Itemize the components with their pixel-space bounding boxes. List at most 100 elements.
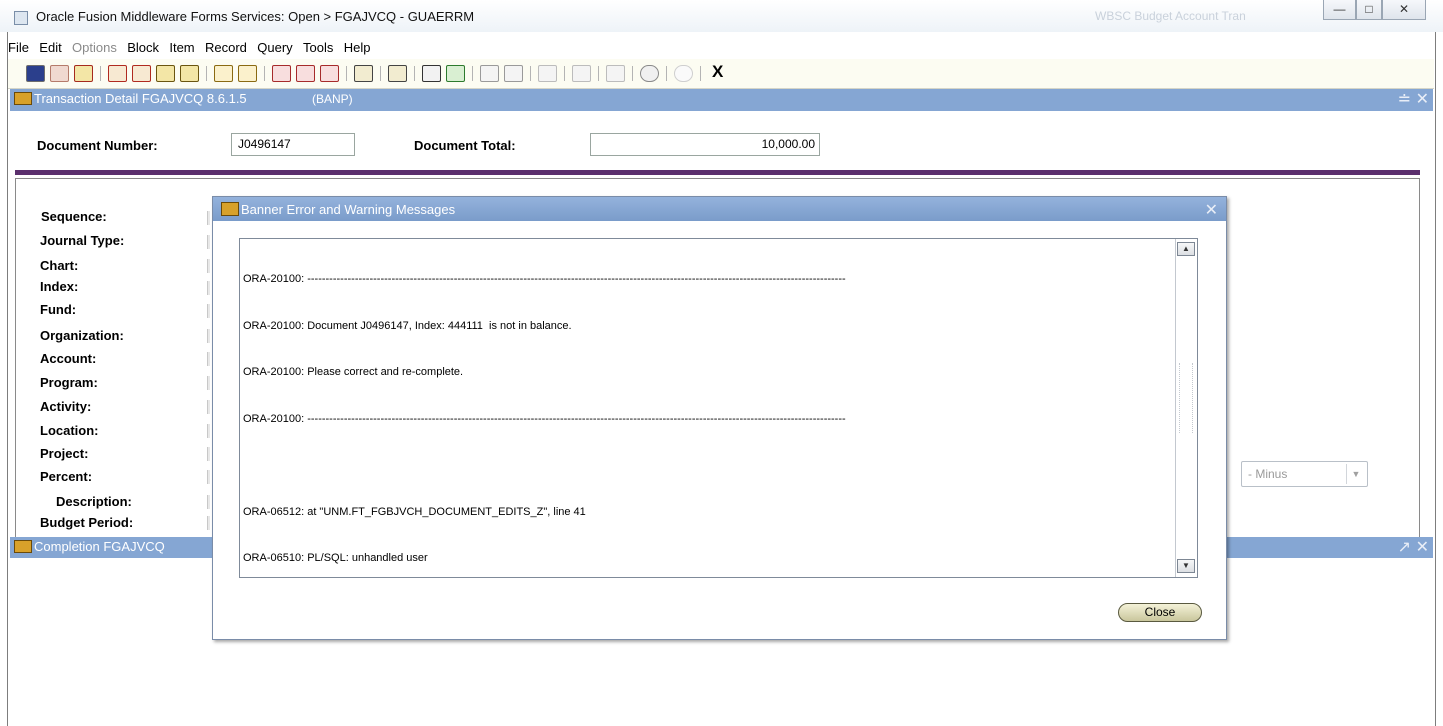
target-icon[interactable]	[572, 65, 591, 82]
section-divider	[15, 170, 1420, 175]
insert-record-icon[interactable]	[108, 65, 127, 82]
toolbar-separator	[472, 66, 473, 81]
field-edge	[207, 281, 210, 295]
chevron-down-icon[interactable]: ▼	[1346, 464, 1365, 484]
minimize-button[interactable]: —	[1323, 0, 1356, 20]
toolbar-separator	[530, 66, 531, 81]
vertical-scrollbar[interactable]: ▲ ▼	[1175, 239, 1197, 577]
field-edge	[207, 495, 210, 509]
next-block-icon[interactable]	[180, 65, 199, 82]
record-icon[interactable]	[504, 65, 523, 82]
lightbulb-icon[interactable]	[674, 65, 693, 82]
program-label: Program:	[40, 375, 98, 390]
toolbar-separator	[100, 66, 101, 81]
toolbar-separator	[414, 66, 415, 81]
scroll-up-icon[interactable]: ▲	[1177, 242, 1195, 256]
items-icon[interactable]	[480, 65, 499, 82]
banner-window-icon	[14, 540, 32, 553]
menu-tools[interactable]: Tools	[303, 40, 333, 55]
menu-query[interactable]: Query	[257, 40, 292, 55]
transaction-detail-title: Transaction Detail FGAJVCQ 8.6.1.5	[34, 91, 247, 106]
project-label: Project:	[40, 446, 89, 461]
debit-credit-value: - Minus	[1248, 467, 1288, 481]
previous-block-icon[interactable]	[156, 65, 175, 82]
field-edge	[207, 352, 210, 366]
menu-help[interactable]: Help	[344, 40, 371, 55]
execute-query-icon[interactable]	[238, 65, 257, 82]
chart-label: Chart:	[40, 258, 79, 273]
menu-bar: File Edit Options Block Item Record Quer…	[8, 40, 377, 58]
window-title: Oracle Fusion Middleware Forms Services:…	[36, 9, 475, 24]
menu-record[interactable]: Record	[205, 40, 247, 55]
activity-label: Activity:	[40, 399, 92, 414]
document-icon[interactable]	[606, 65, 625, 82]
field-edge	[207, 329, 210, 343]
message-line: ORA-06512: at "UNM.FT_FGBJVCH_DOCUMENT_E…	[243, 505, 586, 518]
menu-block[interactable]: Block	[127, 40, 159, 55]
menu-options[interactable]: Options	[72, 40, 117, 55]
menu-file[interactable]: File	[8, 40, 29, 55]
java-app-icon	[14, 11, 28, 25]
message-line: ORA-20100: Document J0496147, Index: 444…	[243, 319, 572, 332]
print-icon[interactable]	[354, 65, 373, 82]
banner-window-icon	[221, 202, 239, 216]
field-edge	[207, 470, 210, 484]
error-dialog: Banner Error and Warning Messages ✕ ORA-…	[212, 196, 1227, 640]
export-icon[interactable]	[388, 65, 407, 82]
maximize-button[interactable]: □	[1356, 0, 1382, 20]
background-window-title: WBSC Budget Account Tran	[1095, 9, 1246, 23]
close-button[interactable]: Close	[1118, 603, 1202, 622]
remove-record-icon[interactable]	[132, 65, 151, 82]
question-icon[interactable]	[640, 65, 659, 82]
toolbar-separator	[564, 66, 565, 81]
percent-label: Percent:	[40, 469, 93, 484]
toolbar-separator	[264, 66, 265, 81]
document-number-field[interactable]: J0496147	[231, 133, 355, 156]
document-total-field[interactable]: 10,000.00	[590, 133, 820, 156]
budget-period-label: Budget Period:	[40, 515, 134, 530]
add-icon[interactable]	[446, 65, 465, 82]
field-edge	[207, 235, 210, 249]
close-window-icon[interactable]: ✕	[1416, 537, 1429, 557]
menu-edit[interactable]: Edit	[39, 40, 61, 55]
banner-window-icon	[14, 92, 32, 105]
toolbar: X	[8, 59, 1434, 89]
account-label: Account:	[40, 351, 97, 366]
message-line: ORA-20100: -----------------------------…	[243, 412, 846, 425]
scroll-down-icon[interactable]: ▼	[1177, 559, 1195, 573]
select-icon[interactable]	[74, 65, 93, 82]
scrollbar-thumb[interactable]	[1179, 363, 1193, 433]
field-edge	[207, 259, 210, 273]
window-close-button[interactable]: ✕	[1382, 0, 1426, 20]
menu-item[interactable]: Item	[169, 40, 194, 55]
search-icon[interactable]	[422, 65, 441, 82]
field-edge	[207, 376, 210, 390]
close-window-icon[interactable]: ✕	[1416, 89, 1429, 109]
debit-credit-select[interactable]: - Minus ▼	[1241, 461, 1368, 487]
restore-window-icon[interactable]: ↗	[1398, 537, 1411, 557]
enter-query-icon[interactable]	[214, 65, 233, 82]
exit-icon[interactable]: X	[712, 62, 723, 82]
field-edge	[207, 400, 210, 414]
sequence-label: Sequence:	[41, 209, 107, 224]
calendar-icon[interactable]	[296, 65, 315, 82]
cancel-query-icon[interactable]	[320, 65, 339, 82]
speaker-icon[interactable]	[538, 65, 557, 82]
error-dialog-title: Banner Error and Warning Messages	[241, 202, 456, 217]
field-edge	[207, 304, 210, 318]
field-edge	[207, 211, 210, 225]
save-icon[interactable]	[26, 65, 45, 82]
message-text-area[interactable]: ORA-20100: -----------------------------…	[239, 238, 1198, 578]
minimize-window-icon[interactable]: ≐	[1398, 89, 1411, 109]
rollback-icon[interactable]	[50, 65, 69, 82]
toolbar-separator	[206, 66, 207, 81]
help-icon[interactable]	[272, 65, 291, 82]
dialog-close-icon[interactable]: ✕	[1205, 200, 1218, 220]
toolbar-separator	[380, 66, 381, 81]
organization-label: Organization:	[40, 328, 124, 343]
toolbar-separator	[700, 66, 701, 81]
message-line: ORA-06510: PL/SQL: unhandled user	[243, 552, 428, 564]
document-total-label: Document Total:	[414, 138, 516, 153]
field-edge	[207, 516, 210, 530]
toolbar-separator	[598, 66, 599, 81]
